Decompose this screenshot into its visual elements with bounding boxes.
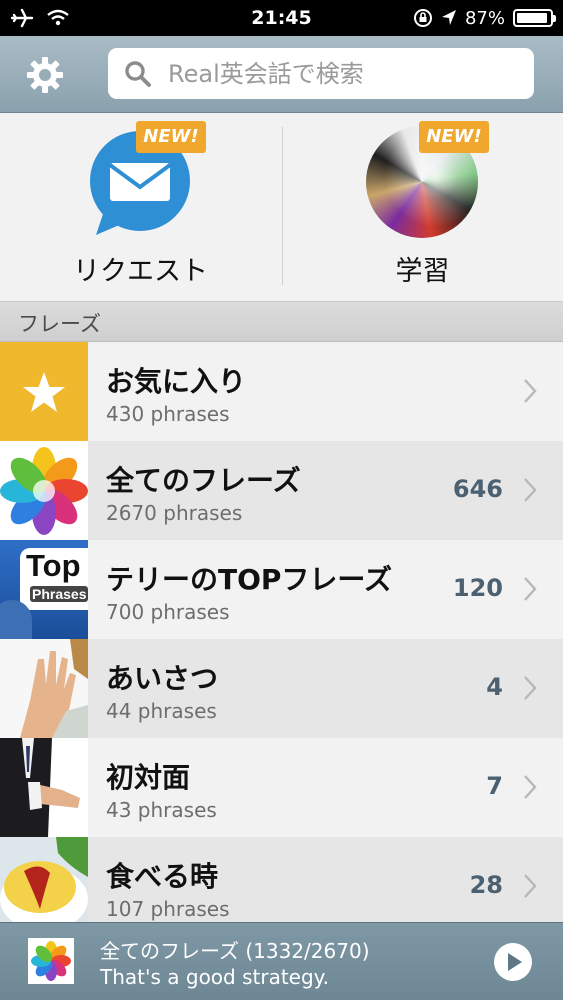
list-item-subtitle: 2670 phrases [106, 501, 243, 525]
list-item-subtitle: 44 phrases [106, 699, 217, 723]
list-item-subtitle: 430 phrases [106, 402, 230, 426]
tile-study-label: 学習 [395, 256, 450, 287]
handshake-image [0, 738, 80, 837]
star-icon [23, 372, 65, 412]
search-bar[interactable] [108, 48, 534, 99]
player-subtitle: That's a good strategy. [100, 965, 330, 989]
feature-tiles: NEW! リクエスト NEW! 学習 [0, 113, 563, 302]
list-item-count: 120 [452, 574, 503, 602]
player-thumb [28, 938, 74, 984]
chevron-right-icon [524, 874, 537, 898]
flower-icon [0, 447, 88, 535]
tile-request-label: リクエスト [73, 256, 208, 287]
omelette-image [0, 837, 88, 922]
phrase-list: お気に入り 430 phrases 全てのフレーズ 2670 phrases 6… [0, 342, 563, 922]
tile-study[interactable]: NEW! 学習 [282, 113, 563, 302]
eating-thumb [0, 837, 88, 922]
chevron-right-icon [524, 478, 537, 502]
first-meeting-thumb [0, 738, 88, 837]
list-item[interactable]: 全てのフレーズ 2670 phrases 646 [0, 441, 563, 540]
search-icon [125, 60, 151, 87]
all-phrases-thumb [0, 441, 88, 540]
list-item-title: 食べる時 [106, 860, 219, 893]
list-item-count: 4 [486, 673, 503, 701]
battery-icon [513, 9, 556, 27]
new-badge: NEW! [419, 121, 489, 153]
list-item-subtitle: 43 phrases [106, 798, 217, 822]
play-button[interactable] [494, 943, 532, 981]
greetings-thumb [0, 639, 88, 738]
waving-hand-image [20, 639, 88, 738]
list-item-count: 646 [452, 475, 503, 503]
orientation-lock-icon [413, 9, 432, 27]
section-header: フレーズ [0, 302, 563, 342]
location-icon [441, 10, 456, 25]
chevron-right-icon [524, 775, 537, 799]
list-item[interactable]: Top Phrases テリーのTOPフレーズ 700 phrases 120 [0, 540, 563, 639]
chevron-right-icon [524, 676, 537, 700]
list-item[interactable]: お気に入り 430 phrases [0, 342, 563, 441]
thumb-text-phrases: Phrases [30, 586, 88, 602]
list-item-title: テリーのTOPフレーズ [106, 563, 393, 596]
now-playing-bar[interactable]: 全てのフレーズ (1332/2670) That's a good strate… [0, 922, 563, 1000]
list-item[interactable]: 初対面 43 phrases 7 [0, 738, 563, 837]
status-bar: 21:45 87% [0, 0, 563, 36]
battery-percent: 87% [464, 7, 505, 29]
list-item-title: お気に入り [106, 365, 247, 398]
app-screen: 21:45 87% Real英会話で検索 NEW! リクエスト NEW! 学習 … [0, 0, 563, 1000]
list-item[interactable]: 食べる時 107 phrases 28 [0, 837, 563, 922]
flower-icon [31, 941, 71, 981]
list-item-title: 全てのフレーズ [106, 464, 301, 497]
section-title: フレーズ [18, 312, 101, 336]
list-item-subtitle: 700 phrases [106, 600, 230, 624]
new-badge: NEW! [136, 121, 206, 153]
player-title: 全てのフレーズ (1332/2670) [100, 939, 370, 963]
status-right: 87% [413, 0, 556, 36]
play-icon [508, 953, 522, 971]
top-phrases-thumb: Top Phrases [0, 540, 88, 639]
thumb-text-top: Top [26, 548, 81, 583]
list-item[interactable]: あいさつ 44 phrases 4 [0, 639, 563, 738]
favorites-thumb [0, 342, 88, 441]
chevron-right-icon [524, 577, 537, 601]
list-item-count: 7 [486, 772, 503, 800]
list-item-subtitle: 107 phrases [106, 897, 230, 921]
header-bar [0, 36, 563, 113]
search-input[interactable] [168, 59, 528, 88]
chevron-right-icon [524, 379, 537, 403]
list-item-title: あいさつ [106, 662, 219, 695]
tile-request[interactable]: NEW! リクエスト [0, 113, 281, 302]
gear-icon[interactable] [26, 56, 64, 94]
list-item-count: 28 [469, 871, 503, 899]
list-item-title: 初対面 [106, 761, 191, 794]
